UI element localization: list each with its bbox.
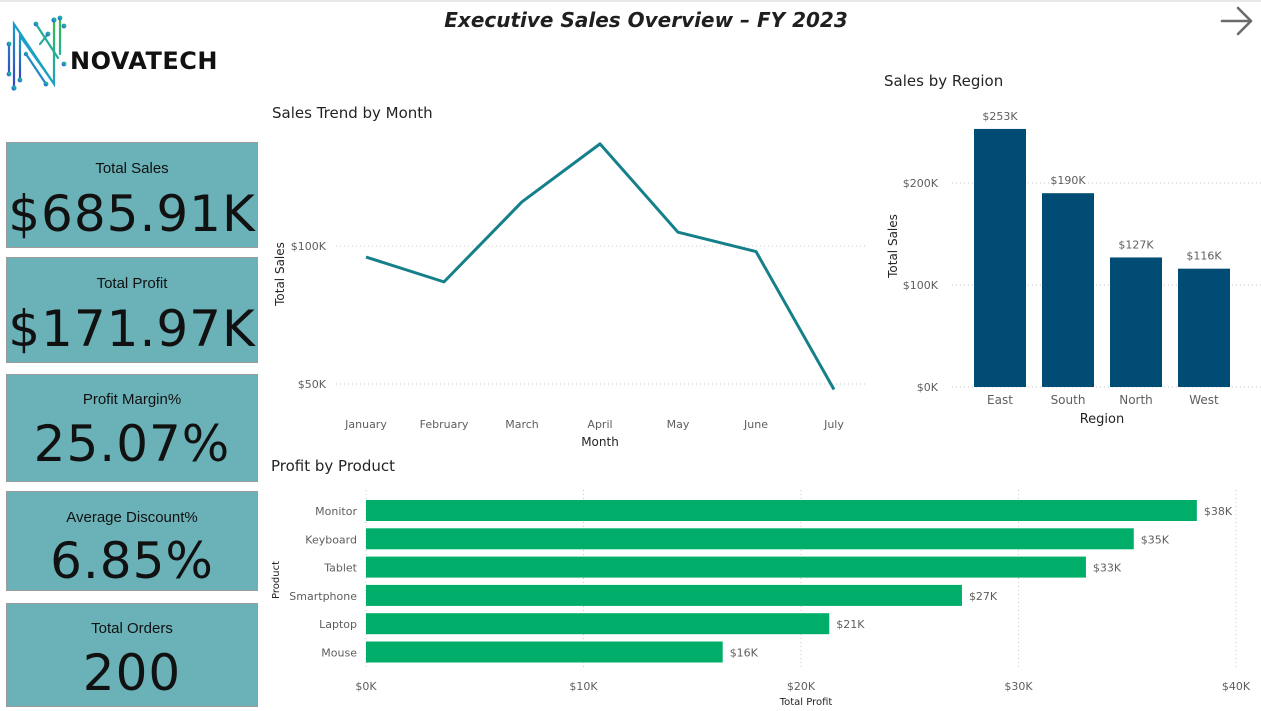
bar-data-label: $190K bbox=[1050, 174, 1086, 187]
x-tick-label: $20K bbox=[787, 680, 816, 693]
product-chart-title: Profit by Product bbox=[271, 457, 396, 475]
region-chart-title: Sales by Region bbox=[884, 72, 1004, 90]
profit-by-product-chart: $0K $10K $20K $30K $40K $38K Monitor $35K Keyboa… bbox=[271, 490, 1251, 708]
region-bar bbox=[974, 128, 1026, 387]
sales-by-region-chart: $0K $100K $200K $253K East $190K South $127K Nor… bbox=[886, 110, 1261, 427]
y-axis-label: Total Sales bbox=[273, 242, 287, 307]
kpi-card-total-sales: Total Sales $685.91K bbox=[6, 142, 258, 248]
y-tick-label: $200K bbox=[903, 177, 939, 190]
bar-data-label: $21K bbox=[836, 618, 865, 631]
x-axis-label: Month bbox=[581, 435, 619, 449]
bar-data-label: $35K bbox=[1141, 533, 1170, 546]
kpi-card-average-discount: Average Discount% 6.85% bbox=[6, 491, 258, 591]
kpi-label: Average Discount% bbox=[66, 509, 198, 526]
x-axis-label: Region bbox=[1080, 412, 1125, 427]
novatech-logo-icon bbox=[6, 15, 67, 91]
x-tick-label: East bbox=[987, 393, 1013, 407]
kpi-value: 25.07% bbox=[33, 415, 231, 473]
x-tick-label: North bbox=[1119, 393, 1153, 407]
kpi-label: Profit Margin% bbox=[82, 391, 182, 408]
x-tick-label: March bbox=[505, 418, 539, 431]
kpi-value: 200 bbox=[82, 644, 182, 702]
product-bar bbox=[366, 584, 962, 606]
y-tick-label: Keyboard bbox=[305, 533, 357, 546]
kpi-label: Total Orders bbox=[91, 620, 173, 637]
sales-trend-chart: $50K $100K January February March April May Jun… bbox=[273, 142, 866, 449]
y-tick-label: $50K bbox=[298, 378, 327, 391]
x-tick-label: February bbox=[420, 418, 469, 431]
x-tick-label: April bbox=[587, 418, 612, 431]
arrow-right-icon[interactable] bbox=[1218, 4, 1256, 38]
x-tick-label: South bbox=[1051, 393, 1086, 407]
y-axis-label: Total Sales bbox=[886, 214, 900, 279]
product-bar bbox=[366, 500, 1197, 521]
y-tick-label: Laptop bbox=[319, 618, 357, 631]
y-tick-label: Smartphone bbox=[289, 590, 357, 603]
bar-data-label: $27K bbox=[969, 590, 998, 603]
product-bar bbox=[366, 556, 1086, 578]
y-tick-label: $100K bbox=[903, 279, 939, 292]
logo-text: NOVATECH bbox=[70, 47, 218, 75]
top-border bbox=[0, 0, 1261, 2]
x-tick-label: July bbox=[823, 418, 844, 431]
bar-data-label: $38K bbox=[1204, 505, 1233, 518]
bar-data-label: $116K bbox=[1186, 250, 1222, 263]
y-tick-label: Mouse bbox=[321, 647, 357, 660]
bar-data-label: $127K bbox=[1118, 238, 1154, 251]
x-tick-label: $0K bbox=[355, 680, 377, 693]
sales-line bbox=[365, 142, 836, 391]
product-bar bbox=[366, 641, 723, 663]
kpi-label: Total Profit bbox=[96, 275, 168, 292]
kpi-value: 6.85% bbox=[50, 532, 214, 590]
x-tick-label: May bbox=[667, 418, 690, 431]
kpi-card-total-profit: Total Profit $171.97K bbox=[6, 257, 258, 363]
kpi-value: $685.91K bbox=[8, 185, 256, 243]
kpi-card-profit-margin: Profit Margin% 25.07% bbox=[6, 374, 258, 482]
region-bar bbox=[1178, 268, 1230, 387]
line-chart-title: Sales Trend by Month bbox=[272, 104, 433, 122]
x-tick-label: West bbox=[1189, 393, 1219, 407]
region-bar bbox=[1042, 193, 1094, 387]
kpi-label: Total Sales bbox=[95, 160, 169, 177]
page-title: Executive Sales Overview – FY 2023 bbox=[444, 8, 848, 32]
x-axis-label: Total Profit bbox=[779, 697, 833, 708]
y-tick-label: Tablet bbox=[323, 562, 357, 575]
bar-data-label: $253K bbox=[982, 110, 1018, 123]
product-bar bbox=[366, 613, 830, 635]
y-tick-label: $100K bbox=[291, 240, 327, 253]
x-tick-label: $30K bbox=[1004, 680, 1033, 693]
kpi-value: $171.97K bbox=[8, 300, 256, 358]
bar-data-label: $33K bbox=[1093, 562, 1122, 575]
x-tick-label: January bbox=[344, 418, 387, 431]
x-tick-label: June bbox=[743, 418, 768, 431]
region-bar bbox=[1110, 257, 1162, 387]
x-tick-label: $40K bbox=[1222, 680, 1251, 693]
y-tick-label: $0K bbox=[917, 381, 939, 394]
x-tick-label: $10K bbox=[569, 680, 598, 693]
y-axis-label: Product bbox=[271, 561, 282, 599]
product-bar bbox=[366, 528, 1134, 550]
kpi-card-total-orders: Total Orders 200 bbox=[6, 603, 258, 707]
bar-data-label: $16K bbox=[730, 647, 759, 660]
y-tick-label: Monitor bbox=[315, 505, 357, 518]
